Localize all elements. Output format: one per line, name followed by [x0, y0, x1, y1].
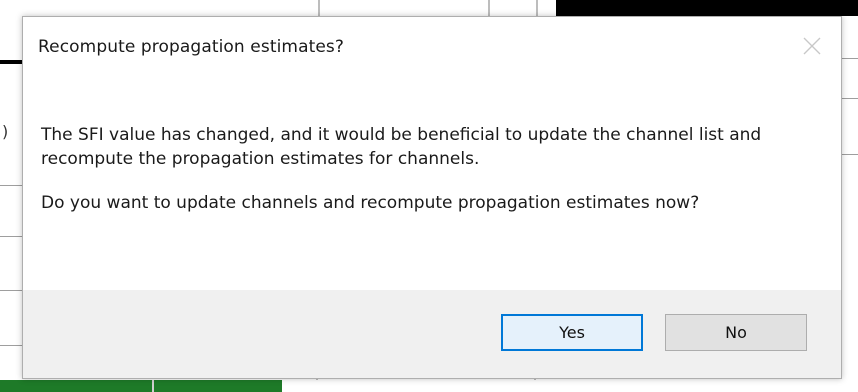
- message-paragraph: Do you want to update channels and recom…: [41, 193, 700, 213]
- no-button-label: No: [725, 323, 747, 342]
- close-icon: [803, 37, 821, 55]
- background-grid-line: [152, 380, 154, 392]
- background-black-panel: [556, 0, 858, 16]
- background-grid-line: [842, 58, 858, 59]
- dialog-title: Recompute propagation estimates?: [38, 37, 344, 57]
- background-grid-line: [318, 0, 320, 16]
- background-grid-line: [0, 290, 22, 291]
- background-divider: [0, 60, 22, 64]
- background-partial-text: ): [2, 122, 9, 141]
- close-button[interactable]: [801, 35, 823, 57]
- confirm-dialog: Recompute propagation estimates? The SFI…: [22, 16, 842, 379]
- background-grid-line: [0, 236, 22, 237]
- no-button[interactable]: No: [665, 314, 807, 351]
- background-green-bar: [0, 380, 282, 392]
- background-grid-line: [536, 0, 538, 16]
- yes-button-label: Yes: [559, 323, 585, 342]
- background-grid-line: [0, 185, 22, 186]
- yes-button[interactable]: Yes: [501, 314, 643, 351]
- background-grid-line: [0, 345, 22, 346]
- dialog-message: The SFI value has changed, and it would …: [41, 123, 801, 235]
- dialog-footer: Yes No: [23, 290, 841, 378]
- background-bottom-area: [282, 380, 858, 392]
- background-grid-line: [488, 0, 490, 16]
- background-grid-line: [842, 154, 858, 155]
- message-paragraph: The SFI value has changed, and it would …: [41, 125, 762, 169]
- background-grid-line: [842, 98, 858, 99]
